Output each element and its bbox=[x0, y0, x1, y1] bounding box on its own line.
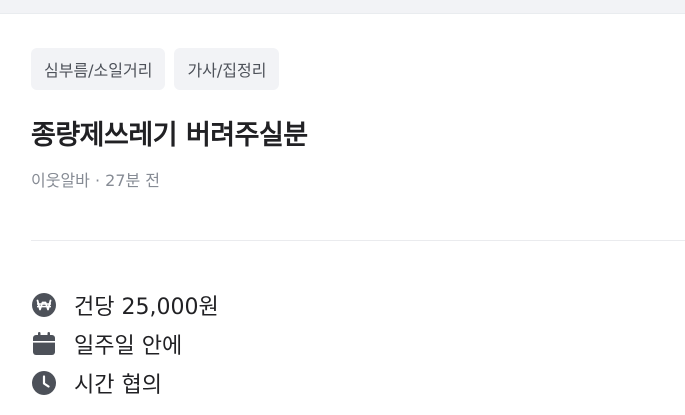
top-bar-strip bbox=[0, 0, 685, 14]
pay-text: 건당 25,000원 bbox=[74, 294, 219, 320]
category-tags: 심부름/소일거리 가사/집정리 bbox=[31, 48, 685, 90]
schedule-row: 일주일 안에 bbox=[31, 324, 671, 363]
won-coin-icon bbox=[31, 292, 57, 318]
clock-icon bbox=[31, 370, 57, 396]
section-divider bbox=[31, 240, 685, 241]
pay-row: 건당 25,000원 bbox=[31, 285, 671, 324]
post-meta: 이웃알바 · 27분 전 bbox=[31, 171, 161, 190]
calendar-icon bbox=[31, 331, 57, 357]
time-text: 시간 협의 bbox=[74, 372, 162, 398]
schedule-text: 일주일 안에 bbox=[74, 333, 183, 359]
job-info-list: 건당 25,000원 일주일 안에 시간 협의 bbox=[31, 285, 671, 402]
time-row: 시간 협의 bbox=[31, 363, 671, 402]
post-header: 심부름/소일거리 가사/집정리 종량제쓰레기 버려주실분 이웃알바 · 27분 … bbox=[31, 48, 685, 192]
post-title: 종량제쓰레기 버려주실분 bbox=[31, 120, 308, 151]
tag-housework[interactable]: 가사/집정리 bbox=[174, 48, 280, 90]
tag-errand[interactable]: 심부름/소일거리 bbox=[31, 48, 166, 90]
